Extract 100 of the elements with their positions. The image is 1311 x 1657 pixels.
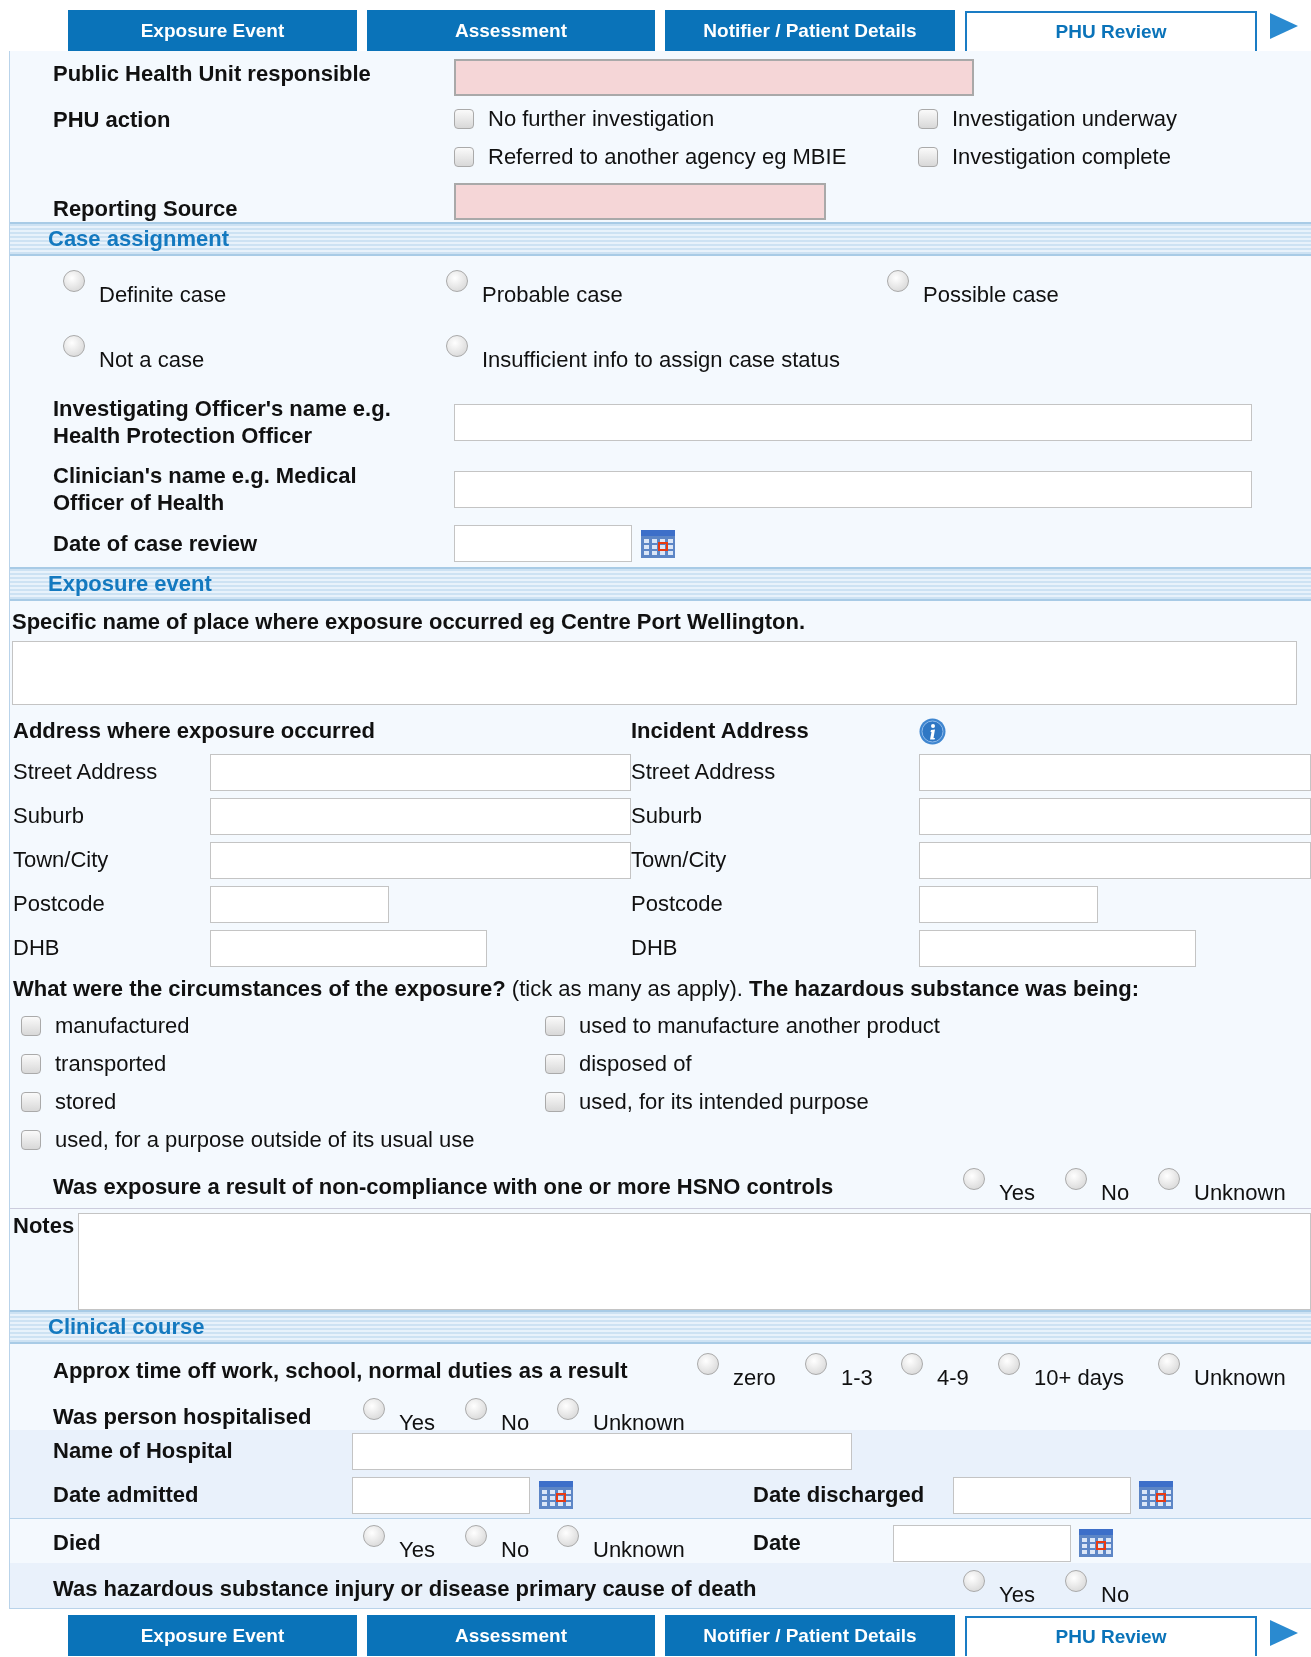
text-field[interactable]	[454, 403, 1252, 441]
tab[interactable]: Assessment	[367, 1615, 655, 1656]
question-label: Was exposure a result of non-compliance with one or more HSNO controls	[52, 1173, 835, 1200]
checkbox-option[interactable]: Referred to another agency eg MBIE	[454, 144, 918, 170]
radio-option[interactable]: Possible case	[887, 270, 1311, 307]
field-label: Suburb	[631, 803, 703, 829]
field-label: Notes	[13, 1213, 75, 1240]
field-label: Reporting Source	[52, 196, 239, 222]
section-title: Clinical course	[47, 1314, 205, 1340]
section-heading: Incident Address	[631, 718, 810, 744]
checkbox-option[interactable]: Investigation underway	[918, 106, 1311, 132]
text-field[interactable]	[953, 1476, 1131, 1514]
radio-option[interactable]: 4-9	[901, 1352, 998, 1390]
radio-option[interactable]: No	[465, 1398, 557, 1435]
checkbox-option[interactable]: disposed of	[545, 1051, 1311, 1077]
text-field[interactable]	[210, 841, 631, 879]
field-label: DHB	[13, 935, 61, 961]
text-field[interactable]	[454, 59, 974, 96]
text-area[interactable]	[12, 641, 1297, 705]
text-field[interactable]	[919, 841, 1311, 879]
field-label: Date	[753, 1530, 802, 1556]
field-label: Street Address	[631, 759, 777, 785]
tab[interactable]: Notifier / Patient Details	[665, 10, 955, 51]
checkbox-option[interactable]: used, for a purpose outside of its usual use	[21, 1127, 545, 1153]
checkbox-option[interactable]: No further investigation	[454, 106, 918, 132]
field-label: Specific name of place where exposure occurred eg Centre Port Wellington.	[12, 609, 807, 635]
tab[interactable]: PHU Review	[965, 11, 1257, 51]
section-title: Case assignment	[47, 226, 229, 252]
calendar-icon[interactable]	[539, 1481, 573, 1509]
question-label: Approx time off work, school, normal duties as a result	[52, 1358, 629, 1384]
calendar-icon[interactable]	[1079, 1529, 1113, 1557]
radio-option[interactable]: Probable case	[446, 270, 887, 307]
radio-option[interactable]: Yes	[363, 1398, 465, 1435]
checkbox-option[interactable]: transported	[21, 1051, 545, 1077]
info-icon[interactable]	[919, 717, 946, 745]
field-label: Name of Hospital	[52, 1438, 234, 1464]
field-label: Date of case review	[52, 530, 259, 557]
next-arrow-icon[interactable]	[1269, 11, 1299, 40]
field-label: Town/City	[13, 847, 110, 873]
question-label: Was hazardous substance injury or disease primary cause of death	[52, 1575, 758, 1602]
checkbox-option[interactable]: used to manufacture another product	[545, 1013, 1311, 1039]
tab[interactable]: Assessment	[367, 10, 655, 51]
radio-option[interactable]: No	[1065, 1168, 1158, 1205]
checkbox-option[interactable]: Investigation complete	[918, 144, 1311, 170]
text-field[interactable]	[919, 753, 1311, 791]
text-field[interactable]	[919, 929, 1196, 967]
text-field[interactable]	[352, 1476, 530, 1514]
radio-option[interactable]: Not a case	[63, 335, 446, 372]
question-label: Was person hospitalised	[52, 1403, 313, 1430]
text-field[interactable]	[352, 1432, 852, 1470]
field-label: Suburb	[13, 803, 85, 829]
text-field[interactable]	[210, 929, 487, 967]
radio-option[interactable]: No	[1065, 1570, 1311, 1607]
tab[interactable]: Exposure Event	[68, 1615, 357, 1656]
field-label: DHB	[631, 935, 679, 961]
field-label: Investigating Officer's name e.g. Health Protection Officer	[52, 395, 392, 449]
radio-option[interactable]: Yes	[963, 1168, 1065, 1205]
radio-option[interactable]: Unknown	[1158, 1352, 1311, 1390]
radio-option[interactable]: Insufficient info to assign case status	[446, 335, 887, 372]
radio-option[interactable]: Unknown	[557, 1524, 753, 1562]
radio-option[interactable]: Definite case	[63, 270, 446, 307]
text-field[interactable]	[210, 797, 631, 835]
field-label: Date admitted	[52, 1482, 200, 1508]
field-label: Died	[52, 1530, 102, 1556]
section-heading: Address where exposure occurred	[13, 718, 376, 744]
tab[interactable]: Notifier / Patient Details	[665, 1615, 955, 1656]
radio-option[interactable]: 1-3	[805, 1352, 901, 1390]
radio-option[interactable]: zero	[697, 1352, 805, 1390]
field-label: Street Address	[13, 759, 159, 785]
field-label: Date discharged	[753, 1482, 926, 1508]
question-text: What were the circumstances of the exposure? (tick as many as apply). The hazardous substance was being:	[12, 975, 1140, 1003]
radio-option[interactable]: Unknown	[557, 1398, 1311, 1435]
section-title: Exposure event	[47, 571, 212, 597]
field-label: Postcode	[13, 891, 106, 917]
calendar-icon[interactable]	[1139, 1481, 1173, 1509]
text-field[interactable]	[893, 1524, 1071, 1562]
field-label: Town/City	[631, 847, 728, 873]
checkbox-option[interactable]: stored	[21, 1089, 545, 1115]
field-label: Postcode	[631, 891, 724, 917]
calendar-icon[interactable]	[641, 529, 675, 558]
text-field[interactable]	[454, 525, 632, 562]
field-label: Clinician's name e.g. Medical Officer of Health	[52, 462, 358, 516]
checkbox-option[interactable]: used, for its intended purpose	[545, 1089, 1311, 1115]
text-field[interactable]	[210, 885, 389, 923]
radio-option[interactable]: Yes	[963, 1570, 1065, 1607]
radio-option[interactable]: 10+ days	[998, 1352, 1158, 1390]
radio-option[interactable]: No	[465, 1524, 557, 1562]
radio-option[interactable]: Unknown	[1158, 1168, 1311, 1205]
text-field[interactable]	[919, 885, 1098, 923]
radio-option[interactable]: Yes	[363, 1524, 465, 1562]
text-area[interactable]	[78, 1213, 1311, 1310]
text-field[interactable]	[454, 183, 826, 220]
next-arrow-icon[interactable]	[1269, 1618, 1299, 1647]
tab[interactable]: PHU Review	[965, 1616, 1257, 1656]
checkbox-option[interactable]: manufactured	[21, 1013, 545, 1039]
field-label: Public Health Unit responsible	[52, 61, 372, 87]
text-field[interactable]	[919, 797, 1311, 835]
text-field[interactable]	[210, 753, 631, 791]
tab[interactable]: Exposure Event	[68, 10, 357, 51]
text-field[interactable]	[454, 470, 1252, 508]
